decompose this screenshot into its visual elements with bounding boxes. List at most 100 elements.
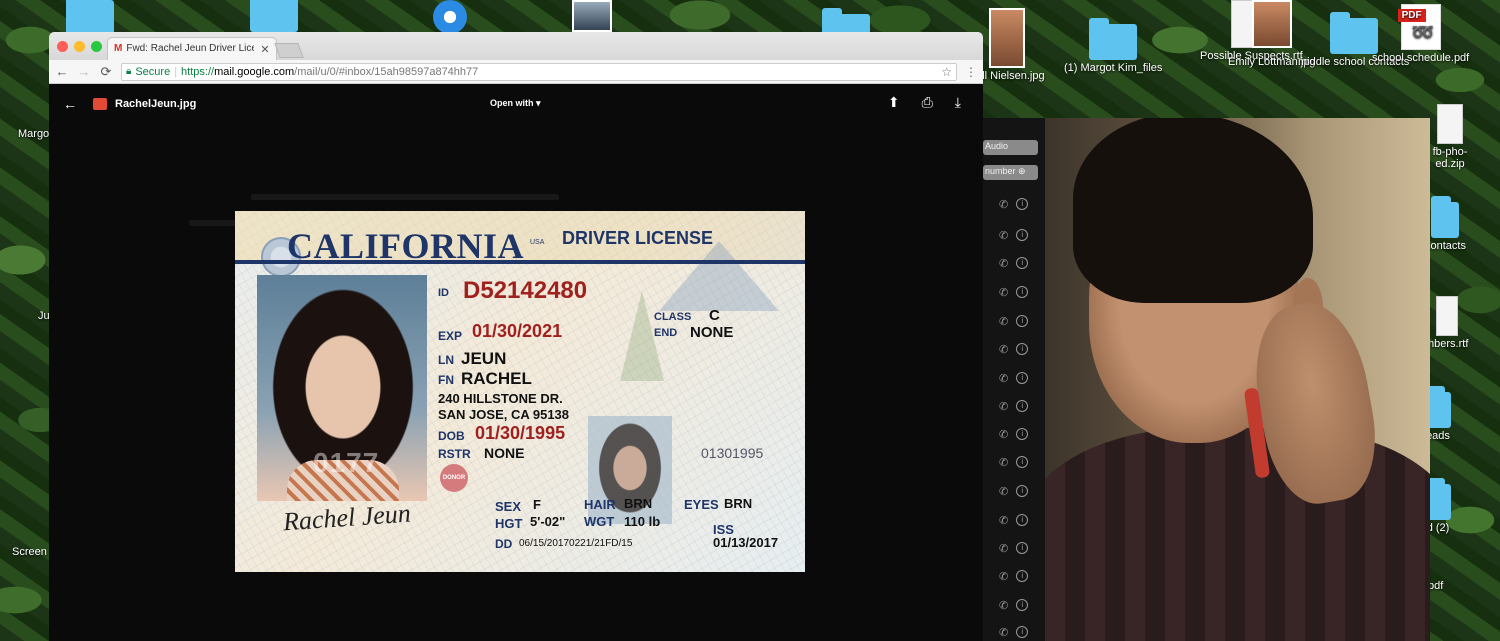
desktop-folder-top-2[interactable] bbox=[250, 0, 298, 32]
class-value: C bbox=[709, 307, 720, 324]
maximize-window-button[interactable] bbox=[91, 41, 102, 52]
browser-titlebar: M Fwd: Rachel Jeun Driver License ✕ bbox=[49, 32, 983, 60]
close-icon[interactable]: ✕ bbox=[260, 43, 269, 56]
phone-icon: ✆ bbox=[999, 457, 1009, 469]
info-icon: i bbox=[1016, 315, 1029, 327]
address-bar[interactable]: 🔒︎ Secure | https://mail.google.com/mail… bbox=[121, 62, 957, 81]
info-icon: i bbox=[1016, 514, 1029, 526]
phone-icon: ✆ bbox=[999, 373, 1009, 385]
forward-icon[interactable]: → bbox=[77, 64, 91, 79]
contact-row[interactable]: ✆ i bbox=[999, 428, 1029, 441]
phone-icon: ✆ bbox=[999, 600, 1009, 612]
desktop-photo-top[interactable] bbox=[572, 0, 612, 32]
contact-row[interactable]: ✆ i bbox=[999, 286, 1029, 299]
ln-label: LN bbox=[438, 353, 454, 367]
open-with-button[interactable]: Open with ▾ bbox=[490, 98, 541, 109]
image-file-icon bbox=[93, 98, 107, 110]
chrome-window: M Fwd: Rachel Jeun Driver License ✕ ← → … bbox=[49, 32, 983, 641]
exp-value: 01/30/2021 bbox=[472, 321, 563, 341]
contact-row[interactable]: ✆ i bbox=[999, 257, 1029, 270]
address-line-1: 240 HILLSTONE DR. bbox=[438, 391, 563, 406]
license-ghost-number: 01301995 bbox=[701, 445, 764, 461]
desktop-item-label: school schedule.pdf bbox=[1372, 52, 1470, 64]
phone-icon: ✆ bbox=[999, 344, 1009, 356]
secure-label: Secure bbox=[135, 65, 171, 78]
close-window-button[interactable] bbox=[57, 41, 68, 52]
window-controls bbox=[57, 41, 102, 52]
contact-row[interactable]: ✆ i bbox=[999, 485, 1029, 498]
license-blue-band bbox=[235, 260, 805, 264]
browser-tab-gmail[interactable]: M Fwd: Rachel Jeun Driver License ✕ bbox=[107, 37, 277, 60]
download-icon[interactable]: ⤓ bbox=[955, 94, 961, 111]
minimize-window-button[interactable] bbox=[74, 41, 85, 52]
contact-row[interactable]: ✆ i bbox=[999, 599, 1029, 612]
chevron-down-icon: ▾ bbox=[536, 98, 541, 108]
info-icon: i bbox=[1016, 372, 1029, 384]
phone-icon: ✆ bbox=[999, 429, 1009, 441]
video-person-hair bbox=[1073, 118, 1313, 303]
phone-icon: ✆ bbox=[999, 571, 1009, 583]
pdf-icon: ➿ bbox=[1411, 22, 1435, 42]
pdf-badge: PDF bbox=[1397, 9, 1426, 22]
exp-label: EXP bbox=[438, 329, 463, 343]
facetime-video-feed bbox=[1045, 118, 1430, 641]
desktop-item-label: (1) Margot Kim_files bbox=[1064, 62, 1163, 74]
lock-icon: 🔒︎ bbox=[126, 66, 132, 77]
desktop-item-ju[interactable]: Ju bbox=[38, 308, 50, 322]
eyes-value: BRN bbox=[724, 496, 753, 511]
fn-label: FN bbox=[438, 373, 454, 387]
desktop-item-screenshot[interactable]: Screen bbox=[12, 544, 47, 558]
back-icon[interactable]: ← bbox=[55, 64, 69, 79]
phone-icon: ✆ bbox=[999, 515, 1009, 527]
contact-row[interactable]: ✆ i bbox=[999, 229, 1029, 242]
desktop-item-margo[interactable]: Margo bbox=[18, 126, 49, 140]
info-icon: i bbox=[1016, 198, 1029, 210]
desktop-folder-top-1[interactable] bbox=[66, 0, 114, 36]
contact-row[interactable]: ✆ i bbox=[999, 400, 1029, 413]
desktop-pdf-schedule[interactable]: PDF ➿ school schedule.pdf bbox=[1372, 4, 1469, 64]
phone-icon: ✆ bbox=[999, 230, 1009, 242]
desktop-item-label: contacts bbox=[1425, 240, 1466, 252]
desktop-folder-contacts[interactable]: contacts bbox=[1425, 196, 1466, 252]
print-icon[interactable]: ⎙ bbox=[922, 94, 933, 111]
contact-row[interactable]: ✆ i bbox=[999, 514, 1029, 527]
info-icon: i bbox=[1016, 229, 1029, 241]
reload-icon[interactable]: ⟳ bbox=[99, 64, 113, 80]
fn-value: RACHEL bbox=[461, 369, 532, 388]
contact-row[interactable]: ✆ i bbox=[999, 198, 1029, 211]
donor-badge: DONOR bbox=[440, 464, 468, 492]
attachment-filename: RachelJeun.jpg bbox=[115, 98, 197, 110]
contact-row[interactable]: ✆ i bbox=[999, 315, 1029, 328]
facetime-contacts-panel: Audio number ⊕ ✆ i ✆ i ✆ i ✆ i ✆ i ✆ i ✆ i ✆ i ✆… bbox=[983, 118, 1045, 641]
phone-icon: ✆ bbox=[999, 199, 1009, 211]
desktop-file-numbers[interactable]: mbers.rtf bbox=[1425, 296, 1468, 350]
phone-icon: ✆ bbox=[999, 316, 1009, 328]
rstr-label: RSTR bbox=[438, 447, 471, 461]
contact-row[interactable]: ✆ i bbox=[999, 456, 1029, 469]
phone-icon: ✆ bbox=[999, 486, 1009, 498]
desktop-pdf-bottom[interactable]: pdf bbox=[1428, 578, 1443, 592]
dd-value: 06/15/20170221/21FD/15 bbox=[519, 538, 633, 549]
wgt-label: WGT bbox=[584, 514, 615, 529]
new-tab-button[interactable] bbox=[274, 43, 304, 58]
iss-value: 01/13/2017 bbox=[713, 535, 779, 550]
phone-icon: ✆ bbox=[999, 401, 1009, 413]
back-arrow-icon[interactable]: ← bbox=[63, 96, 77, 112]
viewer-toolbar: ← RachelJeun.jpg Open with ▾ ⬆ ⎙ ⤓ bbox=[49, 84, 983, 124]
bookmark-star-icon[interactable]: ☆ bbox=[941, 65, 952, 79]
safari-icon[interactable] bbox=[433, 0, 467, 34]
browser-menu-icon[interactable]: ⋮ bbox=[965, 65, 977, 79]
desktop-item-label: Ju bbox=[38, 310, 50, 322]
audio-tab[interactable]: Audio bbox=[983, 140, 1038, 155]
license-signature: Rachel Jeun bbox=[282, 498, 412, 537]
number-field[interactable]: number ⊕ bbox=[983, 165, 1038, 180]
contact-row[interactable]: ✆ i bbox=[999, 542, 1029, 555]
contact-row[interactable]: ✆ i bbox=[999, 570, 1029, 583]
contact-row[interactable]: ✆ i bbox=[999, 343, 1029, 356]
end-value: NONE bbox=[690, 324, 734, 341]
add-to-drive-icon[interactable]: ⬆ bbox=[888, 94, 900, 111]
desktop-folder-margot[interactable]: (1) Margot Kim_files bbox=[1064, 18, 1163, 74]
contact-row[interactable]: ✆ i bbox=[999, 626, 1029, 639]
contact-row[interactable]: ✆ i bbox=[999, 372, 1029, 385]
browser-toolbar: ← → ⟳ 🔒︎ Secure | https://mail.google.co… bbox=[49, 60, 983, 84]
